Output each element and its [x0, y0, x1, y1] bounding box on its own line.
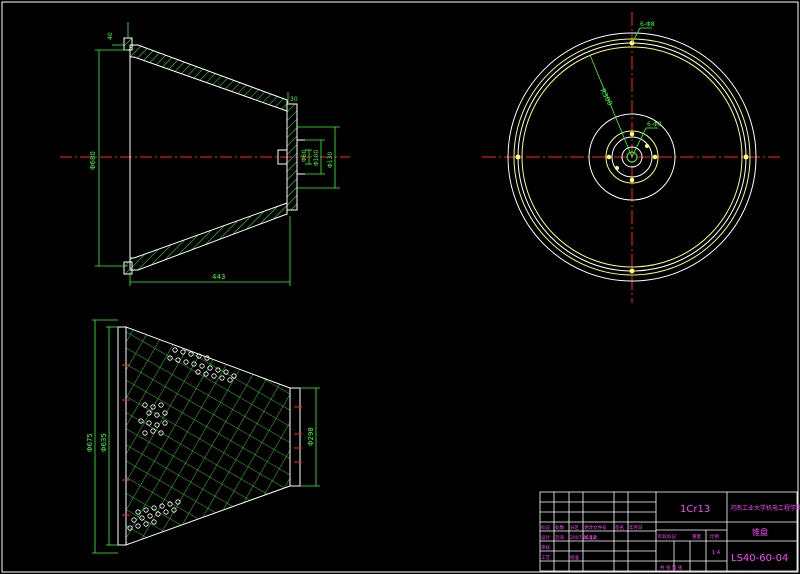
title-block-cell: 处数	[555, 524, 564, 531]
outer-hole	[629, 268, 635, 274]
title-block-cell: 更改文件号	[584, 524, 607, 531]
inner-hole	[629, 177, 635, 183]
part-name-label: 锥盘	[752, 527, 768, 537]
top-hole-note: 6-Φ8	[640, 21, 655, 28]
dim-height: Φ680	[89, 151, 97, 170]
title-block-cell: 批准	[570, 554, 579, 561]
title-block-cell: 分区	[570, 524, 579, 531]
drawing-border	[1, 1, 799, 573]
scale-label: 比例	[710, 533, 719, 540]
title-block-cell: 标记	[541, 524, 550, 531]
stage-label: 阶段标记	[658, 533, 676, 540]
side-section-view: 40 Φ680 443 30 Φ60 Φ100 Φ130	[60, 22, 350, 286]
title-block-cell: 年月日	[629, 524, 643, 531]
cone-left-band	[117, 326, 127, 546]
end-view: R300 6-Φ8 6-Φ8	[482, 12, 780, 303]
scale-value: 1:4	[712, 550, 720, 556]
dim-bore-a: Φ60	[301, 149, 308, 162]
perforated-cone-view: Φ675 Φ635 Φ298	[86, 319, 320, 554]
hub-section	[286, 103, 298, 211]
inner-hole	[652, 154, 658, 160]
inner-hole	[606, 154, 612, 160]
inner-hole	[615, 166, 619, 170]
dim-outer: Φ675	[86, 433, 94, 452]
title-block-cell: 刘涛	[555, 534, 564, 541]
inner-hole	[629, 131, 635, 137]
outer-hole	[515, 154, 521, 160]
hole-note: 6-Φ8	[647, 121, 662, 128]
inner-hole	[645, 144, 649, 148]
cad-drawing-canvas: 40 Φ680 443 30 Φ60 Φ100 Φ130 Φ675 Φ635 Φ…	[1, 1, 800, 573]
title-block-cell: 标准化	[584, 534, 598, 541]
lower-wall-section	[129, 202, 288, 271]
school-label: 河南工业大学机电工程学院	[730, 504, 800, 512]
dim-bore-c: Φ130	[327, 152, 334, 168]
sheet-label: 共 张 第 张	[660, 564, 683, 571]
dim-inner: Φ635	[100, 433, 108, 452]
drawing-number-label: LS40-60-04	[731, 553, 788, 564]
title-block-cell: 工艺	[541, 555, 550, 561]
radial-dim: R300	[598, 87, 614, 107]
dim-length: 443	[212, 273, 225, 281]
weight-label: 重量	[692, 533, 701, 540]
bottom-flange	[123, 261, 133, 275]
material-label: 1Cr13	[680, 504, 710, 515]
title-block-cell: 签名	[615, 524, 624, 531]
dim-bore-b: Φ100	[313, 150, 320, 166]
title-block-cell: 审核	[541, 544, 550, 551]
upper-wall-section	[129, 44, 288, 112]
dim-right-flange: 30	[290, 96, 298, 103]
title-block-cell: 设计	[541, 534, 550, 541]
outer-hole	[743, 154, 749, 160]
cone-right-band	[289, 387, 301, 487]
dim-small-end: Φ298	[307, 427, 315, 446]
top-flange	[123, 37, 133, 51]
dim-top-flange: 40	[107, 32, 114, 40]
